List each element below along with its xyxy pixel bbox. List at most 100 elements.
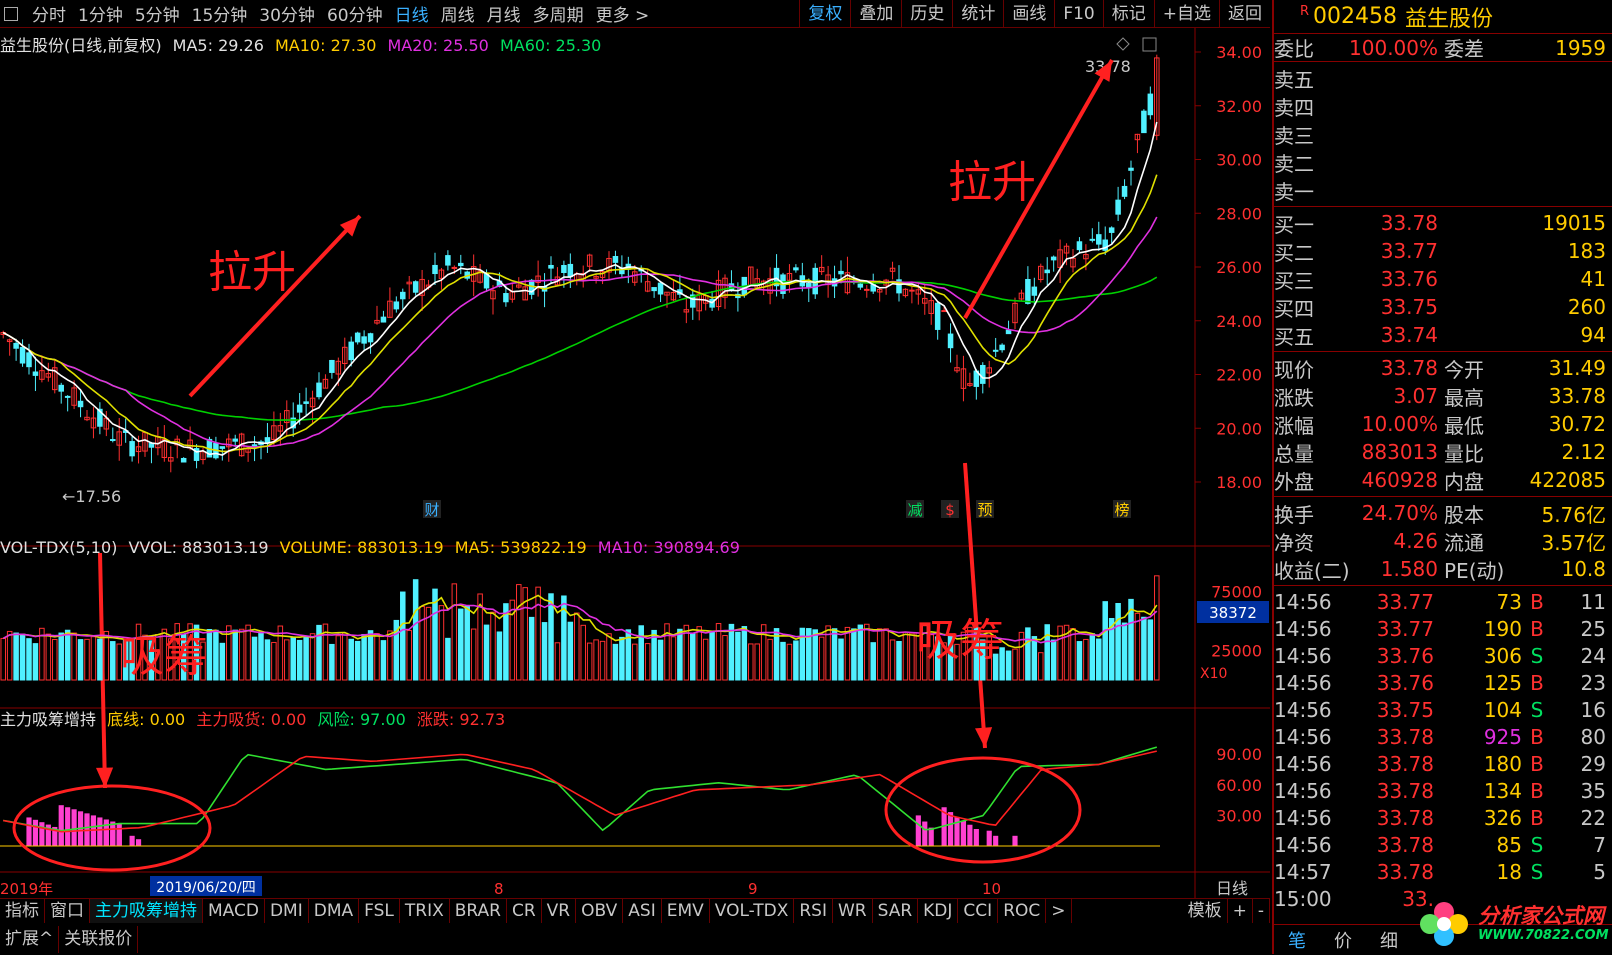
volume-bar	[516, 584, 522, 681]
period-tab-multi[interactable]: 多周期	[527, 1, 590, 26]
tab-cci[interactable]: CCI	[958, 899, 999, 923]
tab-vol-tdx[interactable]: VOL-TDX	[710, 899, 795, 923]
buy-price: 33.76	[1380, 267, 1438, 291]
tab-more-arrow[interactable]: >	[1046, 899, 1072, 923]
volume-bar	[303, 637, 309, 681]
volume-bar	[464, 605, 470, 681]
volume-bar	[838, 638, 844, 681]
candle-body	[806, 282, 812, 288]
candle-body	[110, 439, 116, 442]
tab-dma[interactable]: DMA	[309, 899, 360, 923]
tool-stats-button[interactable]: 统计	[952, 0, 1003, 28]
fundamentals: 换手 24.70% 股本 5.76亿 净资 4.26 流通 3.57亿 收益(二) 1.580…	[1274, 497, 1612, 586]
tab-cr[interactable]: CR	[507, 899, 542, 923]
tab-brar[interactable]: BRAR	[450, 899, 507, 923]
volume-bar	[767, 638, 773, 681]
zoom-out-button[interactable]: -	[1253, 899, 1270, 923]
tab-vr[interactable]: VR	[542, 899, 577, 923]
logo-url: WWW.70822.COM	[1478, 928, 1609, 943]
bottom-bar: 扩展^ 关联报价	[0, 925, 1270, 954]
tool-mark-button[interactable]: 标记	[1102, 0, 1154, 28]
volume-bar	[238, 628, 245, 681]
panel-toggle-icon[interactable]	[4, 6, 18, 21]
fund-label: PE(动)	[1444, 558, 1505, 583]
tab-zhuli[interactable]: 主力吸筹增持	[90, 899, 203, 923]
tool-overlay-button[interactable]: 叠加	[850, 0, 901, 28]
tab-fsl[interactable]: FSL	[359, 899, 400, 923]
volume-bar	[1089, 633, 1096, 681]
tick-list[interactable]: 14:56 33.77 73 B 11 14:56 33.77 190 B 25 14:56 33.7…	[1274, 586, 1612, 912]
tool-back-button[interactable]: 返回	[1219, 0, 1270, 28]
tool-f10-button[interactable]: F10	[1054, 0, 1102, 28]
related-quotes-button[interactable]: 关联报价	[59, 926, 139, 953]
volume-bar	[831, 628, 838, 681]
volume-unit-label: X10	[1200, 666, 1227, 682]
weicha-label: 委差	[1444, 37, 1484, 61]
tab-wr[interactable]: WR	[833, 899, 873, 923]
period-tab-15min[interactable]: 15分钟	[186, 1, 254, 26]
tab-trix[interactable]: TRIX	[400, 899, 450, 923]
buy-level[interactable]: 买二 33.77 183	[1274, 237, 1612, 265]
period-tab-60min[interactable]: 60分钟	[321, 1, 389, 26]
expand-button[interactable]: 扩展^	[0, 926, 60, 953]
absorb-bar	[135, 839, 142, 846]
tab-roc[interactable]: ROC	[998, 899, 1047, 923]
volume-bar	[619, 636, 625, 681]
tick-volume: 104	[1483, 697, 1522, 722]
tick-side: S	[1530, 832, 1544, 857]
risk-label: 风险: 97.00	[317, 710, 406, 729]
kline-chart-area[interactable]: 34.00 32.00 30.00 28.00 26.00 24.00 22.00 20.00…	[0, 28, 1270, 898]
volume-bar	[670, 636, 677, 681]
tab-price[interactable]: 价	[1320, 927, 1366, 953]
period-tab-weekly[interactable]: 周线	[435, 1, 481, 26]
tab-macd[interactable]: MACD	[203, 899, 265, 923]
candle-body	[354, 332, 361, 343]
period-tab-monthly[interactable]: 月线	[481, 1, 527, 26]
fund-value: 24.70%	[1361, 501, 1438, 525]
quote-value: 883013	[1361, 440, 1438, 464]
zoom-in-button[interactable]: +	[1228, 899, 1253, 923]
tick-side: S	[1530, 859, 1544, 884]
tool-add-favorite-button[interactable]: +自选	[1153, 0, 1219, 28]
candle-body	[303, 401, 309, 404]
buy-level[interactable]: 买四 33.75 260	[1274, 293, 1612, 321]
tab-dmi[interactable]: DMI	[265, 899, 309, 923]
tab-indicator[interactable]: 指标	[0, 899, 45, 923]
buy-level[interactable]: 买五 33.74 94	[1274, 321, 1612, 349]
y-tick-label: 30.00	[1216, 151, 1262, 170]
buy-level[interactable]: 买一 33.78 19015	[1274, 209, 1612, 237]
tool-fuquan-button[interactable]: 复权	[799, 0, 850, 28]
tab-detail[interactable]: 细	[1366, 927, 1412, 953]
tool-history-button[interactable]: 历史	[901, 0, 952, 28]
period-tab-more[interactable]: 更多 >	[590, 1, 656, 26]
tab-window[interactable]: 窗口	[45, 899, 90, 923]
tick-volume: 85	[1496, 832, 1522, 857]
period-tab-daily[interactable]: 日线	[389, 1, 435, 26]
tick-count: 5	[1593, 859, 1606, 884]
tick-time: 14:56	[1274, 697, 1332, 722]
tab-kdj[interactable]: KDJ	[918, 899, 959, 923]
tab-asi[interactable]: ASI	[623, 899, 662, 923]
candle-body	[941, 310, 947, 313]
buy-level[interactable]: 买三 33.76 41	[1274, 265, 1612, 293]
volume-bar	[213, 629, 219, 681]
period-tab-fenshi[interactable]: 分时	[26, 1, 72, 26]
tab-sar[interactable]: SAR	[873, 899, 919, 923]
absorb-bar	[1012, 835, 1018, 846]
period-tab-5min[interactable]: 5分钟	[129, 1, 186, 26]
tab-rsi[interactable]: RSI	[794, 899, 833, 923]
tab-obv[interactable]: OBV	[576, 899, 624, 923]
template-button[interactable]: 模板	[1183, 899, 1228, 923]
tick-count: 23	[1580, 670, 1606, 695]
tool-draw-button[interactable]: 画线	[1003, 0, 1054, 28]
period-tab-30min[interactable]: 30分钟	[253, 1, 321, 26]
watermark-logo: 分析家公式网 WWW.70822.COM	[1416, 898, 1609, 950]
tick-time: 14:56	[1274, 616, 1332, 641]
volume-bar	[780, 641, 786, 681]
tick-side: B	[1530, 670, 1544, 695]
tab-emv[interactable]: EMV	[662, 899, 710, 923]
period-tab-1min[interactable]: 1分钟	[72, 1, 129, 26]
tick-price: 33.76	[1376, 670, 1434, 695]
tab-tick[interactable]: 笔	[1274, 927, 1320, 953]
volume-bar	[638, 625, 644, 681]
